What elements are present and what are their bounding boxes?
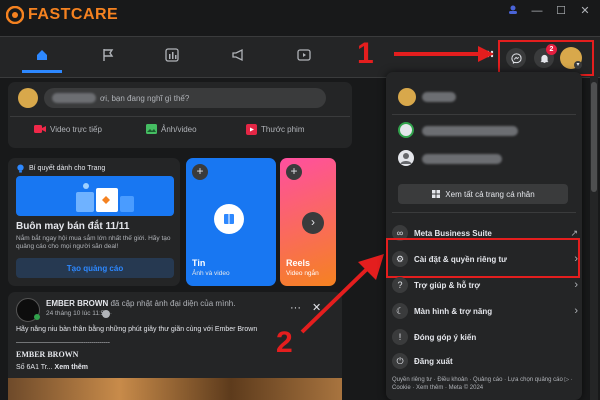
home-icon: [37, 50, 47, 60]
composer-avatar: [18, 88, 38, 108]
menu-item-help-support[interactable]: ? Trợ giúp & hỗ trợ ›: [392, 274, 578, 296]
menu-item-label: Meta Business Suite: [414, 228, 492, 238]
window-menu-icon[interactable]: [504, 4, 522, 18]
add-story-icon[interactable]: +: [192, 164, 208, 180]
home-tab[interactable]: [22, 40, 62, 73]
menu-account-name-blurred: [422, 154, 502, 164]
chart-icon: [165, 48, 179, 62]
annotation-number-2: 2: [276, 326, 293, 359]
post-author[interactable]: EMBER BROWN: [46, 299, 108, 308]
insights-tab[interactable]: [152, 40, 192, 70]
post-header: EMBER BROWN đã cập nhật ảnh đại diện của…: [46, 299, 235, 308]
story-book-icon: [214, 204, 244, 234]
annotation-number-1: 1: [357, 37, 374, 70]
menu-page-name-blurred: [422, 126, 518, 136]
create-ad-label: Tạo quảng cáo: [66, 263, 124, 273]
post-action: đã cập nhật ảnh đại diện của mình.: [110, 299, 236, 308]
video-tab[interactable]: [284, 40, 324, 70]
annotation-arrow-1: [394, 46, 494, 62]
fastcare-logo-icon: [6, 6, 24, 24]
chevron-right-icon: ›: [574, 305, 578, 317]
see-all-profiles-label: Xem tất cả trang cá nhân: [445, 189, 535, 199]
globe-icon: [102, 310, 110, 318]
create-ad-button[interactable]: Tạo quảng cáo: [16, 258, 174, 278]
post-divider-line: ----------------------------------------…: [16, 340, 110, 346]
menu-item-label: Đóng góp ý kiến: [414, 332, 477, 342]
lightbulb-icon: [17, 164, 24, 173]
menu-item-give-feedback[interactable]: ! Đóng góp ý kiến: [392, 326, 578, 348]
photo-icon: [146, 124, 157, 134]
post-image[interactable]: [8, 378, 342, 400]
menu-divider: [392, 114, 576, 115]
annotation-arrow-2: [300, 254, 384, 334]
post-address-text: Số 6A1 Tr...: [16, 364, 53, 371]
help-icon: ?: [392, 277, 408, 293]
menu-item-display-accessibility[interactable]: ☾ Màn hình & trợ năng ›: [392, 300, 578, 322]
video-icon: [297, 49, 311, 61]
post-address: Số 6A1 Tr... Xem thêm: [16, 364, 88, 371]
live-video-label: Video trực tiếp: [50, 124, 102, 134]
chevron-right-icon: ›: [574, 279, 578, 291]
page-name-blurred: [52, 93, 96, 103]
live-video-button[interactable]: Video trực tiếp: [34, 124, 102, 134]
annotation-box-2: [386, 238, 580, 278]
ad-tip-header-text: Bí quyết dành cho Trang: [29, 165, 106, 172]
maximize-icon[interactable]: ☐: [552, 4, 570, 18]
feedback-icon: !: [392, 329, 408, 345]
minimize-icon[interactable]: —: [528, 4, 546, 18]
megaphone-icon: [232, 48, 243, 62]
flag-icon: [103, 49, 114, 61]
pages-tab[interactable]: [88, 40, 128, 70]
ad-banner-image: [16, 176, 174, 216]
ad-title: Buôn may bán đắt 11/11: [16, 221, 130, 232]
menu-footer-links[interactable]: Quyền riêng tư · Điều khoản · Quảng cáo …: [392, 376, 576, 392]
ads-tab[interactable]: [218, 40, 258, 70]
see-all-profiles-button[interactable]: Xem tất cả trang cá nhân: [398, 184, 568, 204]
photo-video-label: Ảnh/video: [161, 124, 197, 134]
composer-prompt: ơi, bạn đang nghĩ gì thế?: [100, 94, 190, 103]
menu-account-avatar[interactable]: [398, 150, 414, 166]
menu-item-log-out[interactable]: ⏻ Đăng xuất: [392, 350, 578, 372]
scrollbar-thumb[interactable]: [591, 82, 597, 192]
story-subtitle: Ảnh và video: [192, 270, 230, 277]
story-title: Tin: [192, 258, 206, 268]
menu-profile-name-blurred: [422, 92, 456, 102]
menu-item-label: Trợ giúp & hỗ trợ: [414, 280, 481, 290]
post-business-name: EMBER BROWN: [16, 350, 79, 359]
ad-description: Nắm bắt ngay hội mua sắm lớn nhất thế gi…: [16, 235, 171, 250]
annotation-box-1: [498, 40, 594, 76]
reels-label: Thước phim: [261, 125, 305, 134]
brand-name: FASTCARE: [28, 6, 119, 23]
chevron-right-icon[interactable]: ›: [302, 212, 324, 234]
shopping-illustration-icon: [76, 183, 134, 212]
moon-icon: ☾: [392, 303, 408, 319]
ad-tip-header: Bí quyết dành cho Trang: [16, 164, 105, 173]
external-link-icon: ↗: [570, 227, 578, 238]
menu-item-label: Đăng xuất: [414, 356, 453, 366]
menu-profile-avatar[interactable]: [398, 88, 416, 106]
photo-video-button[interactable]: Ảnh/video: [146, 124, 197, 134]
menu-divider: [392, 212, 576, 213]
brand: FASTCARE: [6, 6, 118, 24]
live-video-icon: [34, 125, 46, 133]
menu-page-avatar[interactable]: [398, 122, 414, 138]
profiles-icon: [432, 190, 441, 198]
reels-icon: [246, 124, 257, 135]
post-text: Hãy nâng niu bàn thân bằng những phút gi…: [16, 326, 258, 333]
online-status-dot: [34, 314, 40, 320]
add-reel-icon[interactable]: +: [286, 164, 302, 180]
menu-item-label: Màn hình & trợ năng: [414, 306, 493, 316]
logout-icon: ⏻: [392, 353, 408, 369]
close-window-icon[interactable]: ✕: [576, 4, 594, 18]
see-more-link[interactable]: Xem thêm: [55, 364, 88, 371]
divider: [10, 116, 350, 117]
reels-button[interactable]: Thước phim: [246, 124, 305, 135]
